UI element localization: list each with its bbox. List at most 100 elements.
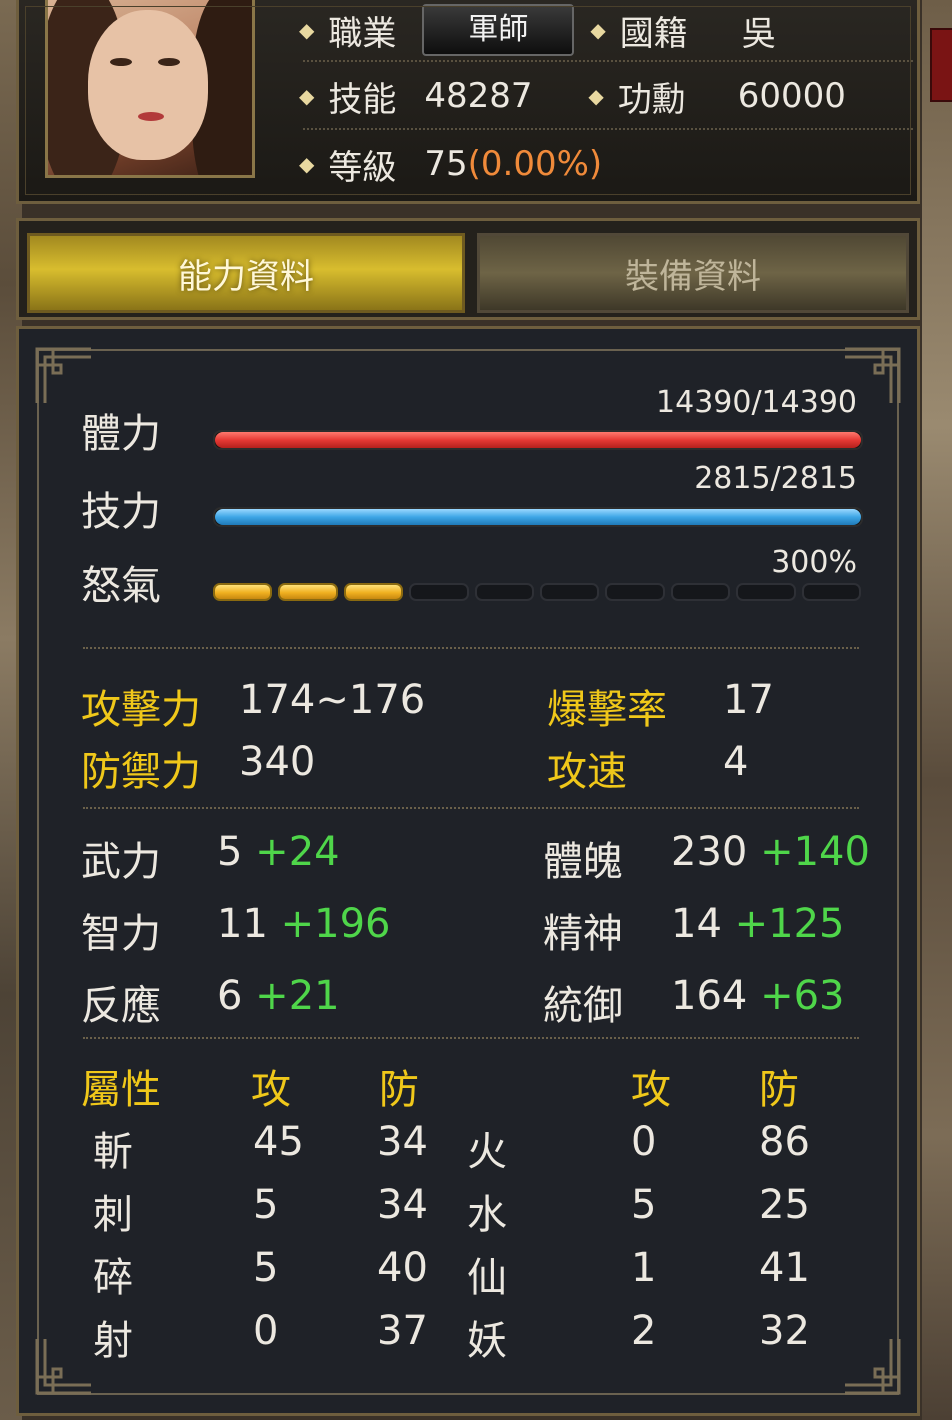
rage-value: 300% (771, 545, 857, 580)
background-right (922, 0, 952, 1420)
rage-segment (605, 583, 665, 601)
job-label: 職業 (328, 13, 397, 54)
rage-segment (409, 583, 469, 601)
tab-equipment[interactable]: 裝備資料 (477, 233, 909, 313)
rage-segment (474, 583, 535, 601)
speed-label: 攻速 (547, 749, 627, 795)
rage-segment (670, 583, 731, 601)
element-atk-header-2: 攻 (631, 1067, 671, 1113)
element-cell-a-name: 刺 (93, 1192, 133, 1238)
divider (83, 807, 859, 809)
element-cell-b-name: 水 (467, 1192, 507, 1238)
element-cell-b-name: 妖 (467, 1318, 507, 1364)
element-cell-a-def: 37 (377, 1308, 428, 1354)
skill-label: 技能 (328, 79, 397, 120)
rage-segment (343, 583, 404, 601)
con-value: 230 +140 (671, 829, 870, 875)
diamond-icon: ◆ (299, 84, 315, 108)
divider (83, 1037, 859, 1039)
element-cell-a-name: 碎 (93, 1255, 133, 1301)
stats-panel: 體力 14390/14390 技力 2815/2815 怒氣 300% 攻擊力 … (16, 326, 920, 1416)
merit-value: 60000 (737, 76, 846, 116)
job-badge: 軍師 (422, 4, 575, 56)
con-label: 體魄 (543, 839, 623, 885)
element-cell-b-atk: 5 (631, 1182, 657, 1228)
level-exp: (0.00%) (467, 144, 603, 184)
corner-ornament-icon (33, 1335, 95, 1397)
info-row-1: ◆ 職業 軍師 ◆ 國籍 吳 (299, 0, 776, 60)
corner-ornament-icon (841, 1335, 903, 1397)
hp-bar-fill (215, 432, 861, 448)
rage-segment (801, 583, 862, 601)
element-cell-b-name: 仙 (467, 1255, 507, 1301)
element-cell-a-atk: 5 (253, 1245, 279, 1291)
side-tab[interactable] (930, 28, 952, 102)
element-cell-b-name: 火 (467, 1129, 507, 1175)
attack-label: 攻擊力 (81, 687, 201, 733)
crit-label: 爆擊率 (547, 687, 667, 733)
element-cell-a-name: 斬 (93, 1129, 133, 1175)
skill-value: 48287 (424, 76, 533, 116)
element-cell-a-def: 40 (377, 1245, 428, 1291)
divider (83, 647, 859, 649)
int-value: 11 +196 (217, 901, 391, 947)
lead-label: 統御 (543, 983, 623, 1029)
diamond-icon: ◆ (299, 152, 315, 176)
element-header: 屬性 (81, 1067, 161, 1113)
element-cell-a-def: 34 (377, 1182, 428, 1228)
element-cell-b-atk: 2 (631, 1308, 657, 1354)
diamond-icon: ◆ (299, 18, 315, 42)
element-cell-b-atk: 1 (631, 1245, 657, 1291)
info-row-2: ◆ 技能 48287 ◆ 功勳 60000 (299, 66, 846, 126)
defense-label: 防禦力 (81, 749, 201, 795)
element-def-header: 防 (379, 1067, 419, 1113)
character-portrait[interactable] (45, 0, 255, 178)
attack-value: 174~176 (239, 677, 426, 723)
ref-label: 反應 (81, 983, 161, 1029)
divider (303, 60, 913, 62)
mp-bar (213, 507, 863, 527)
element-cell-a-atk: 0 (253, 1308, 279, 1354)
defense-value: 340 (239, 739, 316, 785)
spi-label: 精神 (543, 911, 623, 957)
diamond-icon: ◆ (588, 84, 604, 108)
hp-label: 體力 (81, 411, 161, 457)
nation-value: 吳 (741, 13, 776, 54)
tab-bar: 能力資料 裝備資料 (16, 218, 920, 320)
mp-label: 技力 (81, 489, 161, 535)
tab-ability[interactable]: 能力資料 (27, 233, 465, 313)
rage-segment (278, 583, 338, 601)
element-cell-a-name: 射 (93, 1318, 133, 1364)
element-cell-a-def: 34 (377, 1119, 428, 1165)
str-value: 5 +24 (217, 829, 340, 875)
element-cell-b-def: 32 (759, 1308, 810, 1354)
hp-value: 14390/14390 (656, 385, 857, 420)
element-cell-b-def: 86 (759, 1119, 810, 1165)
str-label: 武力 (81, 839, 161, 885)
element-cell-a-atk: 45 (253, 1119, 304, 1165)
level-label: 等級 (328, 147, 397, 188)
element-cell-b-atk: 0 (631, 1119, 657, 1165)
rage-segment (736, 583, 796, 601)
element-atk-header: 攻 (251, 1067, 291, 1113)
rage-segment (540, 583, 600, 601)
int-label: 智力 (81, 911, 161, 957)
info-row-3: ◆ 等級 75 (0.00%) (299, 134, 602, 194)
hp-bar (213, 430, 863, 450)
mp-value: 2815/2815 (694, 461, 857, 496)
mp-bar-fill (215, 509, 861, 525)
level-value: 75 (424, 144, 468, 184)
speed-value: 4 (723, 739, 749, 785)
ref-value: 6 +21 (217, 973, 340, 1019)
element-cell-a-atk: 5 (253, 1182, 279, 1228)
character-header: ◆ 職業 軍師 ◆ 國籍 吳 ◆ 技能 48287 ◆ 功勳 60000 ◆ 等… (16, 0, 920, 204)
corner-ornament-icon (33, 345, 95, 407)
diamond-icon: ◆ (590, 18, 606, 42)
rage-label: 怒氣 (81, 563, 161, 609)
element-def-header-2: 防 (759, 1067, 799, 1113)
element-cell-b-def: 41 (759, 1245, 810, 1291)
lead-value: 164 +63 (671, 973, 845, 1019)
divider (303, 128, 913, 130)
spi-value: 14 +125 (671, 901, 845, 947)
rage-gauge (213, 583, 862, 603)
